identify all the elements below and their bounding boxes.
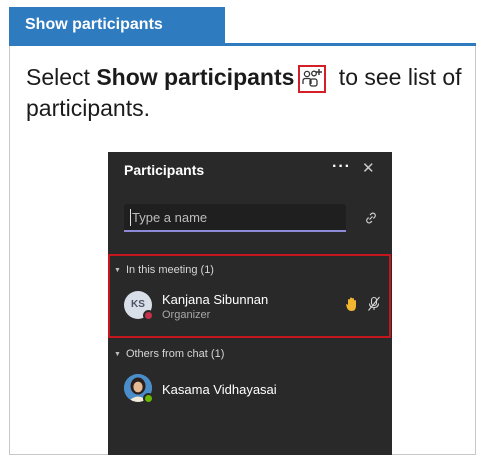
close-icon[interactable]: ✕ [362,159,375,177]
section-in-meeting-header[interactable]: ▼ In this meeting (1) [114,264,214,276]
section-others-header[interactable]: ▼ Others from chat (1) [114,348,224,360]
section-tab: Show participants [9,7,225,43]
section-header-label: Others from chat (1) [125,348,225,360]
instruction-text: Select Show participants to see list of … [26,62,466,123]
participant-role: Organizer [162,309,211,321]
available-status-icon [143,393,154,404]
text-cursor [130,209,131,226]
raise-hand-icon [345,296,360,317]
panel-title: Participants [124,162,205,178]
search-field[interactable] [124,204,346,232]
chevron-down-icon: ▼ [114,351,121,358]
participant-name: Kasama Vidhayasai [162,382,277,397]
people-add-icon [298,65,327,93]
instruction-pre: Select [26,64,97,90]
chevron-down-icon: ▼ [114,267,121,274]
mic-off-icon[interactable] [367,296,381,317]
instruction-bold: Show participants [96,64,295,90]
participant-name: Kanjana Sibunnan [162,292,269,307]
link-icon[interactable] [364,211,378,230]
participants-panel: Participants ··· ✕ ▼In this meeting (1) … [108,152,392,455]
busy-status-icon [143,310,154,321]
search-input[interactable] [124,204,346,230]
section-tab-label: Show participants [25,16,163,33]
section-header-label: In this meeting (1) [125,264,214,276]
more-options-icon[interactable]: ··· [332,158,351,176]
